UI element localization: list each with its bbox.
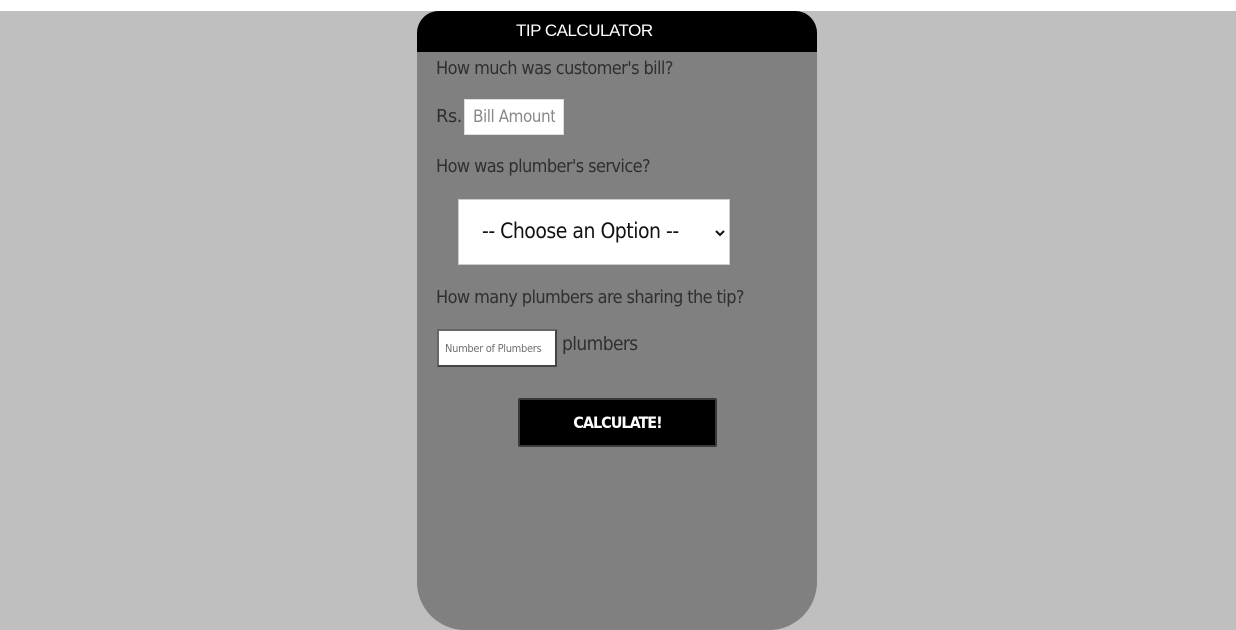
bill-question: How much was customer's bill?	[436, 58, 673, 79]
plumbers-unit-label: plumbers	[562, 333, 638, 355]
number-of-plumbers-input[interactable]	[437, 329, 557, 367]
chevron-down-icon	[715, 230, 725, 237]
calculate-button[interactable]: CALCULATE!	[518, 398, 717, 447]
tip-calculator-card: TIP CALCULATOR How much was customer's b…	[417, 11, 817, 630]
service-select-value: -- Choose an Option --	[482, 219, 679, 243]
calculator-header: TIP CALCULATOR	[417, 11, 817, 52]
service-question: How was plumber's service?	[436, 156, 651, 177]
calculator-title: TIP CALCULATOR	[516, 21, 653, 40]
bill-amount-input[interactable]	[464, 99, 564, 135]
service-select[interactable]: -- Choose an Option --	[458, 199, 730, 265]
currency-label: Rs.	[436, 106, 462, 127]
page-background: TIP CALCULATOR How much was customer's b…	[0, 11, 1236, 630]
plumbers-question: How many plumbers are sharing the tip?	[436, 287, 744, 308]
